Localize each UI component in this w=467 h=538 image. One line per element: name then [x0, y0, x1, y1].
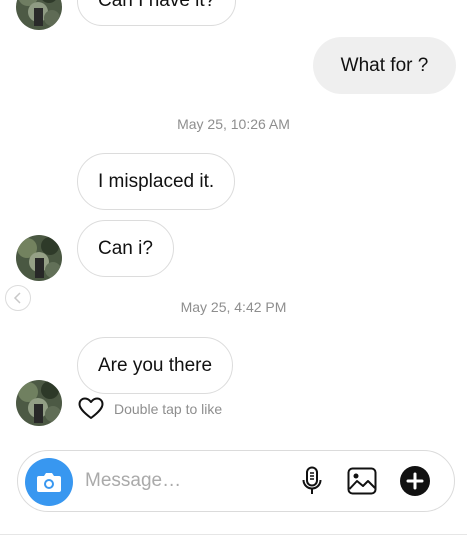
add-content-button[interactable] — [399, 465, 431, 497]
gallery-icon — [347, 467, 377, 495]
message-bubble-incoming[interactable]: Are you there — [77, 337, 234, 394]
contact-avatar[interactable] — [16, 235, 62, 281]
microphone-icon — [302, 466, 322, 494]
message-text: Can i? — [98, 237, 153, 259]
message-bubble-outgoing[interactable]: What for ? — [313, 37, 456, 94]
voice-message-button[interactable] — [296, 465, 328, 497]
message-text: Are you there — [98, 354, 213, 376]
contact-avatar-top[interactable] — [16, 0, 62, 30]
message-bubble-incoming[interactable]: Can I have it? — [77, 0, 237, 26]
message-composer: Message… — [17, 450, 455, 512]
contact-avatar[interactable] — [16, 380, 62, 426]
add-icon — [400, 466, 430, 496]
heart-icon[interactable] — [78, 397, 104, 421]
message-text: What for ? — [340, 54, 429, 76]
message-bubble-incoming[interactable]: Can i? — [77, 220, 174, 277]
camera-icon — [37, 473, 61, 492]
like-hint-text: Double tap to like — [114, 401, 223, 417]
double-tap-like-hint[interactable]: Double tap to like — [78, 396, 222, 422]
message-timestamp: May 25, 4:42 PM — [180, 299, 287, 315]
message-text: Can I have it? — [98, 0, 216, 11]
message-input[interactable]: Message… — [85, 451, 181, 511]
camera-button[interactable] — [25, 458, 73, 506]
message-timestamp: May 25, 10:26 AM — [177, 116, 290, 132]
message-text: I misplaced it. — [98, 170, 215, 192]
message-bubble-incoming[interactable]: I misplaced it. — [77, 153, 236, 210]
gallery-button[interactable] — [346, 465, 378, 497]
bottom-divider — [0, 534, 467, 535]
